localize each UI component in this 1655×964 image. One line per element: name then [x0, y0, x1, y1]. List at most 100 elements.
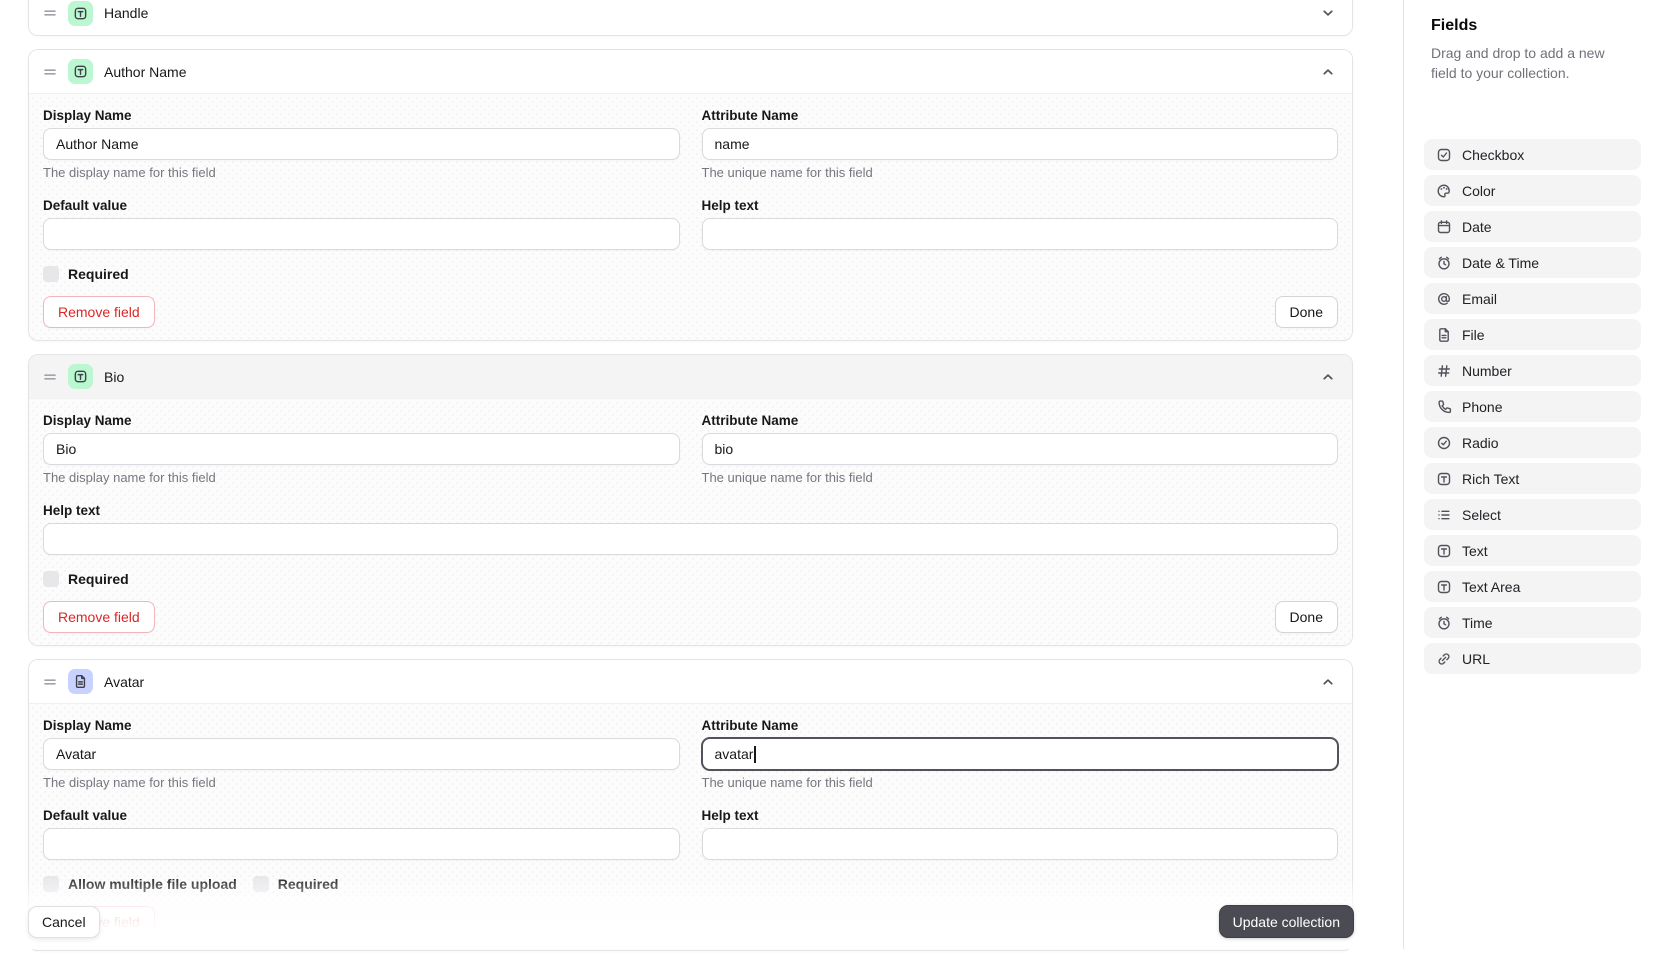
collection-fields-panel: HandleAuthor NameDisplay NameAuthor Name… — [28, 0, 1353, 964]
field-card-avatar: AvatarDisplay NameAvatarThe display name… — [28, 659, 1353, 951]
select-icon — [1436, 507, 1452, 523]
field-group-avatar-help-text: Help text — [702, 808, 1339, 860]
drag-handle-icon[interactable] — [42, 369, 58, 385]
checkbox-label: Required — [278, 876, 339, 892]
field-type-email[interactable]: Email — [1424, 283, 1641, 314]
drag-handle-icon — [42, 64, 58, 80]
field-card-body: Display NameAvatarThe display name for t… — [29, 704, 1352, 950]
bio-display-name-input[interactable]: Bio — [43, 433, 680, 465]
field-type-number[interactable]: Number — [1424, 355, 1641, 386]
field-type-label: File — [1462, 327, 1485, 343]
required-checkbox[interactable] — [43, 571, 59, 587]
field-type-label: URL — [1462, 651, 1490, 667]
field-group-author-name-help-text: Help text — [702, 198, 1339, 250]
field-type-select[interactable]: Select — [1424, 499, 1641, 530]
bio-attribute-name-input[interactable]: bio — [702, 433, 1339, 465]
update-collection-button[interactable]: Update collection — [1219, 905, 1354, 938]
text-field-type-icon — [68, 1, 93, 26]
chevron-up-icon[interactable] — [1320, 64, 1336, 80]
checkbox-label: Allow multiple file upload — [68, 876, 237, 892]
author-name-display-name-input[interactable]: Author Name — [43, 128, 680, 160]
date-time-icon — [1436, 255, 1452, 271]
field-card-header-avatar[interactable]: Avatar — [29, 660, 1352, 704]
field-label: Help text — [43, 503, 1338, 519]
field-card-header-handle[interactable]: Handle — [29, 0, 1352, 35]
field-group-author-name-attribute-name: Attribute NamenameThe unique name for th… — [702, 108, 1339, 180]
chevron-down-icon[interactable] — [1320, 5, 1336, 21]
author-name-attribute-name-input[interactable]: name — [702, 128, 1339, 160]
field-type-text[interactable]: Text — [1424, 535, 1641, 566]
drag-handle-icon[interactable] — [42, 674, 58, 690]
number-icon — [1436, 363, 1452, 379]
url-icon — [1436, 651, 1452, 667]
field-group-bio-attribute-name: Attribute Name bio The unique name for thi… — [702, 413, 1339, 485]
text-field-icon — [73, 369, 88, 384]
bio-help-text-input[interactable] — [43, 523, 1338, 555]
chevron-up-icon[interactable] — [1320, 674, 1336, 690]
text-icon — [1436, 543, 1452, 559]
done-button[interactable]: Done — [1275, 296, 1338, 328]
checkbox-item-allow-multiple-file-upload: Allow multiple file upload — [43, 876, 237, 892]
field-type-url[interactable]: URL — [1424, 643, 1641, 674]
avatar-default-value-input[interactable] — [43, 828, 680, 860]
author-name-help-text-input[interactable] — [702, 218, 1339, 250]
field-card-title: Bio — [104, 369, 124, 385]
checkbox-item-required: Required — [43, 571, 129, 587]
file-icon — [1436, 327, 1452, 343]
remove-field-button[interactable]: Remove field — [43, 296, 155, 328]
avatar-attribute-name-input[interactable]: avatar — [702, 738, 1339, 770]
color-icon — [1436, 183, 1452, 199]
field-type-time[interactable]: Time — [1424, 607, 1641, 638]
field-type-list: Checkbox Color Date Date & Time Email File Num… — [1424, 139, 1655, 674]
field-type-label: Phone — [1462, 399, 1502, 415]
author-name-default-value-input[interactable] — [43, 218, 680, 250]
text-field-icon — [73, 64, 88, 79]
drag-handle-icon[interactable] — [42, 5, 58, 21]
checkbox-item-required: Required — [253, 876, 339, 892]
field-type-phone[interactable]: Phone — [1424, 391, 1641, 422]
field-label: Attribute Name — [702, 413, 1339, 429]
field-group-author-name-display-name: Display Name Author Name The display name … — [43, 108, 680, 180]
field-type-date[interactable]: Date — [1424, 211, 1641, 242]
field-type-rich-text[interactable]: Rich Text — [1424, 463, 1641, 494]
field-type-radio[interactable]: Radio — [1424, 427, 1641, 458]
drag-handle-icon — [42, 5, 58, 21]
field-helper-text: The display name for this field — [43, 166, 680, 180]
field-card-author-name: Author Name Display Name Author Name The di… — [28, 49, 1353, 341]
chevron-up-icon — [1320, 64, 1336, 80]
done-button[interactable]: Done — [1275, 601, 1338, 633]
field-group-avatar-attribute-name: Attribute NameavatarThe unique name for … — [702, 718, 1339, 790]
field-group-bio-display-name: Display NameBioThe display name for this… — [43, 413, 680, 485]
date-icon — [1436, 219, 1452, 235]
checkbox-icon — [1436, 147, 1452, 163]
remove-field-button[interactable]: Remove field — [43, 601, 155, 633]
field-type-label: Checkbox — [1462, 147, 1524, 163]
text-area-icon — [1436, 579, 1452, 595]
field-type-label: Text Area — [1462, 579, 1520, 595]
field-card-handle: Handle — [28, 0, 1353, 36]
field-helper-text: The unique name for this field — [702, 471, 1339, 485]
field-type-date-time[interactable]: Date & Time — [1424, 247, 1641, 278]
avatar-help-text-input[interactable] — [702, 828, 1339, 860]
field-type-label: Time — [1462, 615, 1493, 631]
field-label: Help text — [702, 198, 1339, 214]
field-type-color[interactable]: Color — [1424, 175, 1641, 206]
avatar-display-name-input[interactable]: Avatar — [43, 738, 680, 770]
drag-handle-icon[interactable] — [42, 64, 58, 80]
required-checkbox[interactable] — [43, 266, 59, 282]
field-label: Display Name — [43, 108, 680, 124]
file-icon — [73, 674, 88, 689]
field-type-checkbox[interactable]: Checkbox — [1424, 139, 1641, 170]
chevron-up-icon[interactable] — [1320, 369, 1336, 385]
field-type-text-area[interactable]: Text Area — [1424, 571, 1641, 602]
field-card-header-bio[interactable]: Bio — [29, 355, 1352, 399]
field-card-title: Avatar — [104, 674, 144, 690]
cancel-button[interactable]: Cancel — [28, 906, 100, 938]
allow-multiple-file-upload-checkbox[interactable] — [43, 876, 59, 892]
file-type-icon — [68, 669, 93, 694]
time-icon — [1436, 615, 1452, 631]
field-type-file[interactable]: File — [1424, 319, 1641, 350]
field-helper-text: The display name for this field — [43, 776, 680, 790]
field-card-header-author-name[interactable]: Author Name — [29, 50, 1352, 94]
required-checkbox[interactable] — [253, 876, 269, 892]
